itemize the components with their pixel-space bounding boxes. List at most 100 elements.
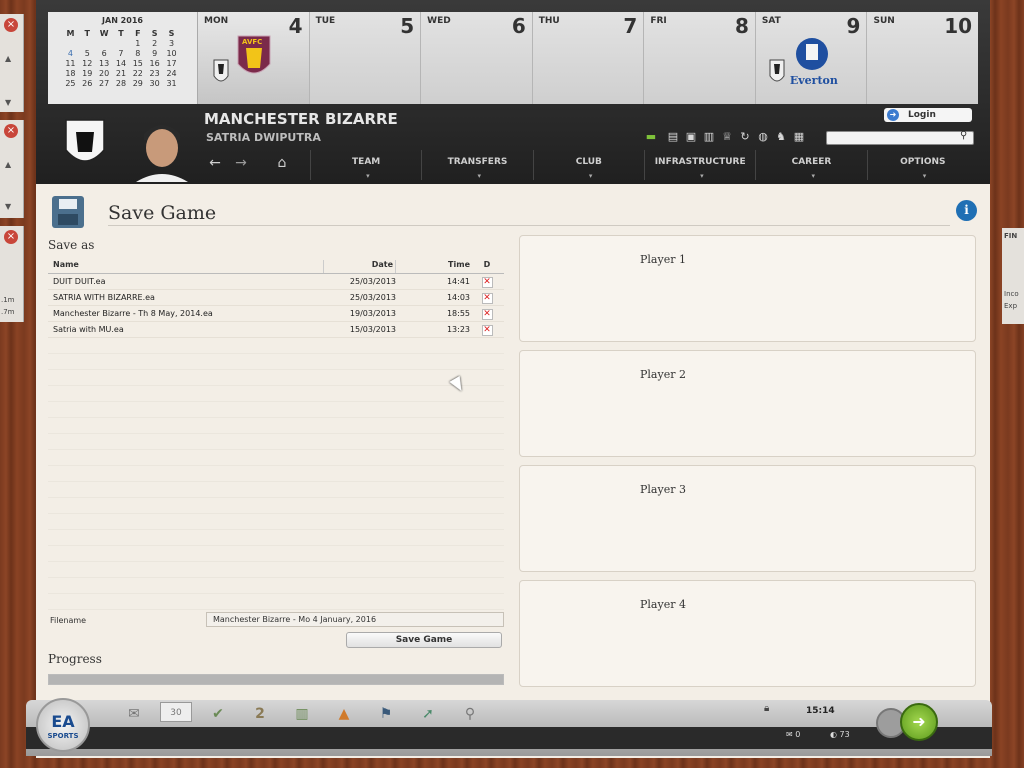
menu-club[interactable]: CLUB (532, 150, 644, 188)
mini-calendar-day[interactable]: 29 (129, 78, 146, 88)
save-game-button[interactable]: Save Game (346, 632, 502, 648)
mini-calendar-day[interactable]: 24 (163, 68, 180, 78)
scout-icon[interactable]: ♞ (774, 130, 788, 144)
filename-input[interactable]: Manchester Bizarre - Mo 4 January, 2016 (206, 612, 504, 627)
close-icon[interactable]: × (4, 18, 18, 32)
mini-calendar-day[interactable]: 8 (129, 48, 146, 58)
column-header-date[interactable]: Date (324, 260, 396, 273)
continue-button[interactable]: ➜ (900, 703, 938, 741)
mini-calendar-day[interactable]: 30 (146, 78, 163, 88)
mini-calendar-day[interactable]: 12 (79, 58, 96, 68)
player-slot-1[interactable]: Player 1 (519, 235, 976, 342)
mini-calendar-day[interactable]: 14 (113, 58, 130, 68)
menu-options[interactable]: OPTIONS (866, 150, 978, 188)
mini-calendar-day[interactable]: 28 (113, 78, 130, 88)
mini-calendar-day[interactable]: 4 (62, 48, 79, 58)
forward-arrow-icon[interactable]: → (228, 150, 254, 180)
mini-calendar-grid[interactable]: M T W T F S S 1 2 3 4 5 6 7 8 9 10 11 12 13 14 15 16 17 1… (62, 29, 180, 88)
column-header-name[interactable]: Name (48, 260, 324, 273)
table-row[interactable]: Satria with MU.ea 15/03/2013 13:23 ✕ (48, 322, 504, 338)
menu-transfers[interactable]: TRANSFERS (421, 150, 532, 188)
close-icon[interactable]: × (4, 124, 18, 138)
finance-side-window[interactable]: FIN Inco Exp (1002, 228, 1024, 324)
calendar-day-sat[interactable]: SAT 9 Everton (755, 12, 868, 104)
menu-career[interactable]: CAREER (755, 150, 866, 188)
refresh-icon[interactable]: ↻ (738, 130, 752, 144)
flag-icon[interactable]: ⚑ (370, 702, 402, 726)
delete-button[interactable]: ✕ (470, 290, 504, 305)
battery-icon[interactable]: ▬ (640, 130, 662, 144)
table-row[interactable]: Manchester Bizarre - Th 8 May, 2014.ea 19… (48, 306, 504, 322)
mini-calendar-day[interactable]: 18 (62, 68, 79, 78)
magnifier-icon[interactable]: ⚲ (454, 702, 486, 726)
report-icon[interactable]: ▦ (792, 130, 806, 144)
calendar-day-tue[interactable]: TUE 5 (309, 12, 422, 104)
home-icon[interactable]: ⌂ (254, 150, 310, 180)
mini-calendar-day[interactable]: 3 (163, 38, 180, 48)
mail-icon[interactable]: ✉ (118, 702, 150, 726)
side-window-1[interactable]: × ▲ ▼ (0, 14, 24, 112)
side-window-3[interactable]: × .1m .7m (0, 226, 24, 322)
manager-face-avatar[interactable] (132, 116, 192, 182)
scroll-up-icon[interactable]: ▲ (5, 160, 11, 169)
mini-calendar-day[interactable]: 10 (163, 48, 180, 58)
mini-calendar-day[interactable]: 31 (163, 78, 180, 88)
delete-button[interactable]: ✕ (470, 274, 504, 289)
window-icon[interactable]: ▣ (684, 130, 698, 144)
mini-calendar-day[interactable]: 1 (129, 38, 146, 48)
search-icon[interactable]: ⚲ (960, 130, 967, 141)
mini-calendar-day[interactable]: 15 (129, 58, 146, 68)
mini-calendar-day[interactable]: 25 (62, 78, 79, 88)
side-window-2[interactable]: × ▲ ▼ (0, 120, 24, 218)
menu-infrastructure[interactable]: INFRASTRUCTURE (643, 150, 755, 188)
lock-icon[interactable]: 🔒︎ (764, 703, 769, 714)
player-slot-3[interactable]: Player 3 (519, 465, 976, 572)
mini-calendar-day[interactable]: 13 (96, 58, 113, 68)
mini-calendar-day[interactable]: 23 (146, 68, 163, 78)
mini-calendar-day[interactable]: 11 (62, 58, 79, 68)
finance-badge-icon[interactable]: 2 (244, 702, 276, 726)
trophy-icon[interactable]: ♕ (720, 130, 734, 144)
training-cone-icon[interactable]: ▲ (328, 702, 360, 726)
table-row[interactable]: SATRIA WITH BIZARRE.ea 25/03/2013 14:03 ✕ (48, 290, 504, 306)
menu-team[interactable]: TEAM (310, 150, 421, 188)
globe-icon[interactable]: ◍ (756, 130, 770, 144)
mini-calendar-day[interactable]: 21 (113, 68, 130, 78)
mini-calendar-day[interactable]: 19 (79, 68, 96, 78)
mini-calendar-day[interactable]: 26 (79, 78, 96, 88)
money-icon[interactable]: ▥ (286, 702, 318, 726)
table-row[interactable]: DUIT DUIT.ea 25/03/2013 14:41 ✕ (48, 274, 504, 290)
mini-calendar-day[interactable]: 5 (79, 48, 96, 58)
mini-calendar-day[interactable]: 7 (113, 48, 130, 58)
delete-button[interactable]: ✕ (470, 322, 504, 337)
mini-calendar-day[interactable]: 9 (146, 48, 163, 58)
mini-calendar-day[interactable]: 17 (163, 58, 180, 68)
mini-calendar-day[interactable]: 6 (96, 48, 113, 58)
login-button[interactable]: ➜ Login (884, 108, 972, 122)
calendar-icon[interactable]: 30 (160, 702, 192, 722)
calendar-day-sun[interactable]: SUN 10 (867, 12, 979, 104)
delete-button[interactable]: ✕ (470, 306, 504, 321)
mini-calendar-day[interactable]: 16 (146, 58, 163, 68)
mini-calendar-day[interactable]: 20 (96, 68, 113, 78)
calendar-day-mon[interactable]: MON 4 AVFC (198, 12, 310, 104)
info-icon[interactable]: i (956, 200, 977, 221)
stats-icon[interactable]: ▥ (702, 130, 716, 144)
mini-calendar-day[interactable]: 2 (146, 38, 163, 48)
search-input[interactable] (826, 131, 974, 145)
scroll-down-icon[interactable]: ▼ (5, 98, 11, 107)
close-icon[interactable]: × (4, 230, 18, 244)
back-arrow-icon[interactable]: ← (202, 150, 228, 180)
finance-check-icon[interactable]: ✔ (202, 702, 234, 726)
column-header-time[interactable]: Time (396, 260, 470, 273)
club-crest-icon[interactable] (64, 118, 106, 170)
scroll-down-icon[interactable]: ▼ (5, 202, 11, 211)
growth-arrow-icon[interactable]: ➚ (412, 702, 444, 726)
newspaper-icon[interactable]: ▤ (666, 130, 680, 144)
mini-calendar-day[interactable]: 27 (96, 78, 113, 88)
scroll-up-icon[interactable]: ▲ (5, 54, 11, 63)
player-slot-2[interactable]: Player 2 (519, 350, 976, 457)
mini-calendar[interactable]: JAN 2016 M T W T F S S 1 2 3 4 5 6 7 8 9 10 11 12 13… (48, 12, 198, 104)
mini-calendar-day[interactable]: 22 (129, 68, 146, 78)
calendar-day-thu[interactable]: THU 7 (532, 12, 645, 104)
